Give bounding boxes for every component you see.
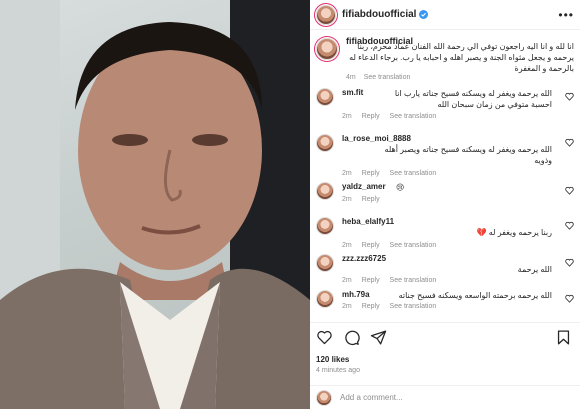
caption-time: 4m — [346, 74, 356, 81]
comment-time: 2m — [342, 196, 352, 203]
comment-like-heart-icon[interactable] — [565, 186, 574, 195]
commenter-username[interactable]: yaldz_amer — [342, 182, 386, 191]
comment-text: 😢 — [396, 183, 405, 192]
commenter-avatar[interactable] — [316, 217, 334, 235]
commenter-username[interactable]: sm.fit — [342, 88, 363, 97]
comment-time: 2m — [342, 242, 352, 249]
comment-like-heart-icon[interactable] — [565, 221, 574, 230]
comment-time: 2m — [342, 170, 352, 177]
comment-like-heart-icon[interactable] — [565, 258, 574, 267]
comment-see-translation[interactable]: See translation — [390, 242, 437, 249]
post-photo[interactable] — [0, 0, 310, 409]
comment-see-translation[interactable]: See translation — [390, 303, 437, 310]
commenter-username[interactable]: mh.79a — [342, 290, 370, 299]
comment-meta: 2m Reply — [342, 196, 380, 203]
comment-icon[interactable] — [343, 329, 360, 346]
current-user-avatar — [316, 389, 332, 406]
comment-reply-button[interactable]: Reply — [362, 303, 380, 310]
comment-text: الله يرحمه برحمته الواسعه ويسكنه فسيح جن… — [398, 291, 552, 300]
author-avatar[interactable] — [316, 4, 336, 25]
comment-meta: 2m Reply See translation — [342, 277, 436, 284]
comment-see-translation[interactable]: See translation — [390, 170, 437, 177]
comment-time: 2m — [342, 303, 352, 310]
comment-reply-button[interactable]: Reply — [362, 242, 380, 249]
comment-time: 2m — [342, 113, 352, 120]
commenter-avatar[interactable] — [316, 254, 334, 272]
comment-meta: 2m Reply See translation — [342, 113, 436, 120]
add-comment-bar — [310, 385, 580, 409]
verified-badge-icon — [419, 10, 429, 19]
comment-see-translation[interactable]: See translation — [390, 113, 437, 120]
caption-meta: 4m See translation — [346, 74, 410, 81]
comment-text: ربنا يرحمه ويغفر له 💔 — [476, 228, 552, 237]
comment-meta: 2m Reply See translation — [342, 303, 436, 310]
post-action-bar — [310, 322, 580, 352]
share-icon[interactable] — [370, 329, 387, 346]
comment-like-heart-icon[interactable] — [565, 138, 574, 147]
comment-reply-button[interactable]: Reply — [362, 113, 380, 120]
commenter-avatar[interactable] — [316, 182, 334, 200]
bookmark-icon[interactable] — [555, 329, 572, 346]
commenter-username[interactable]: zzz.zzz6725 — [342, 254, 386, 263]
comment-meta: 2m Reply See translation — [342, 170, 436, 177]
post-header: fifiabdouofficial ••• — [310, 0, 580, 30]
more-options-icon[interactable]: ••• — [558, 8, 574, 22]
author-username[interactable]: fifiabdouofficial — [342, 9, 416, 20]
comment-reply-button[interactable]: Reply — [362, 196, 380, 203]
comment-text: الله يرحمة ويغفر له ويسكنه فسيح جناته يا… — [394, 89, 552, 109]
comment-reply-button[interactable]: Reply — [362, 170, 380, 177]
commenter-avatar[interactable] — [316, 88, 334, 106]
comment-text: الله يرحمه ويغفر له ويسكنه فسيح جناته وي… — [384, 145, 552, 165]
caption-text: انا لله و انا اليه راجعون توفي الي رحمة … — [349, 42, 574, 73]
caption-see-translation[interactable]: See translation — [364, 74, 411, 81]
post-photo-illustration — [0, 0, 310, 409]
post-timestamp: 4 minutes ago — [316, 367, 360, 374]
comment-text: الله يرحمة — [517, 265, 552, 274]
comment-time: 2m — [342, 277, 352, 284]
post-details-pane: fifiabdouofficial ••• fifiabdouofficial … — [310, 0, 580, 409]
comment-like-heart-icon[interactable] — [565, 294, 574, 303]
heart-icon[interactable] — [316, 329, 333, 346]
comment-like-heart-icon[interactable] — [565, 92, 574, 101]
comment-meta: 2m Reply See translation — [342, 242, 436, 249]
add-comment-input[interactable] — [340, 393, 540, 402]
comment-see-translation[interactable]: See translation — [390, 277, 437, 284]
likes-count[interactable]: 120 likes — [316, 355, 349, 364]
commenter-username[interactable]: la_rose_moi_8888 — [342, 134, 411, 143]
commenter-username[interactable]: heba_elalfy11 — [342, 217, 394, 226]
commenter-avatar[interactable] — [316, 290, 334, 308]
caption-author-avatar[interactable] — [316, 38, 338, 60]
commenter-avatar[interactable] — [316, 134, 334, 152]
comment-reply-button[interactable]: Reply — [362, 277, 380, 284]
comments-list[interactable]: fifiabdouofficial انا لله و انا اليه راج… — [310, 30, 580, 322]
